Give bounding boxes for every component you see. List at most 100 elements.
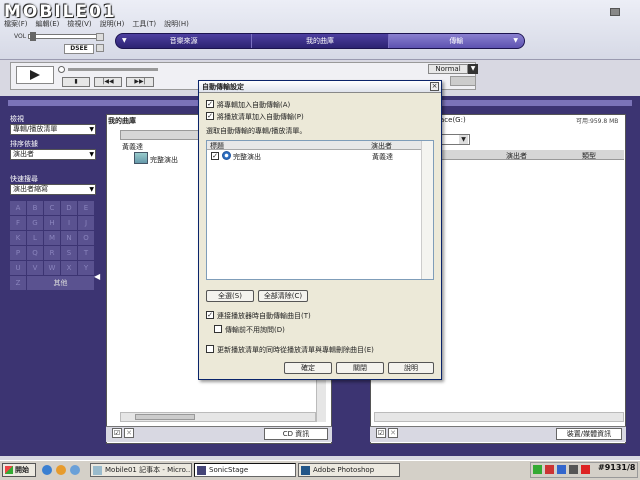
sort-label: 排序依據 xyxy=(10,140,38,148)
alpha-key[interactable]: V xyxy=(27,261,43,275)
volume-slider[interactable] xyxy=(28,34,100,39)
minimize-icon[interactable] xyxy=(96,33,104,41)
tray-network-icon[interactable] xyxy=(533,465,542,474)
alpha-key[interactable]: C xyxy=(44,201,60,215)
task-photoshop[interactable]: Adobe Photoshop xyxy=(298,463,400,477)
task-notepad[interactable]: Mobile01 記事本 - Micro... xyxy=(90,463,192,477)
add-playlist-checkbox[interactable]: ✓ xyxy=(206,112,214,120)
list-col-title[interactable]: 標題 xyxy=(210,141,224,151)
tray-bluetooth-icon[interactable] xyxy=(557,465,566,474)
alpha-key[interactable]: Q xyxy=(27,246,43,260)
library-scrollbar-horizontal[interactable] xyxy=(120,412,316,422)
menu-item-tools[interactable]: 工具(T) xyxy=(132,19,156,29)
alpha-key[interactable]: H xyxy=(44,216,60,230)
alpha-key[interactable]: G xyxy=(27,216,43,230)
add-album-checkbox[interactable]: ✓ xyxy=(206,100,214,108)
tray-antivirus-icon[interactable] xyxy=(545,465,554,474)
play-button[interactable] xyxy=(16,66,54,84)
close-button[interactable]: 關閉 xyxy=(336,362,384,374)
check-all-icon[interactable]: ☑ xyxy=(376,428,386,438)
stop-button[interactable]: ▮ xyxy=(62,77,90,87)
tab-my-library[interactable]: 我的曲庫 xyxy=(251,34,387,48)
alpha-key-other[interactable]: 其他 xyxy=(27,276,94,290)
auto-transfer-on-connect-checkbox[interactable]: ✓ xyxy=(206,311,214,319)
menu-item-edit[interactable]: 編輯(E) xyxy=(36,19,60,29)
previous-button[interactable]: |◀◀ xyxy=(94,77,122,87)
add-album-label: 將專輯加入自動傳輸(A) xyxy=(217,101,291,109)
alpha-key[interactable]: J xyxy=(78,216,94,230)
sonicstage-icon xyxy=(197,466,206,475)
alpha-key[interactable]: K xyxy=(10,231,26,245)
chevron-down-icon[interactable]: ▼ xyxy=(468,64,478,74)
ok-button[interactable]: 確定 xyxy=(284,362,332,374)
menu-item-file[interactable]: 檔案(F) xyxy=(4,19,28,29)
alpha-key[interactable]: B xyxy=(27,201,43,215)
view-select[interactable]: 專輯/播放清單 ▼ xyxy=(10,124,96,135)
transfer-list-scrollbar[interactable] xyxy=(421,141,433,279)
window-close-icon[interactable] xyxy=(610,8,620,16)
alpha-key[interactable]: M xyxy=(44,231,60,245)
alpha-key[interactable]: S xyxy=(61,246,77,260)
desktop-icon[interactable] xyxy=(70,465,80,475)
restore-icon[interactable] xyxy=(96,44,104,52)
task-sonicstage[interactable]: SonicStage xyxy=(194,463,296,477)
close-icon[interactable]: × xyxy=(430,82,439,91)
play-mode-select[interactable]: Normal xyxy=(428,64,468,74)
clear-all-button[interactable]: 全部清除(C) xyxy=(258,290,308,302)
alpha-key[interactable]: R xyxy=(44,246,60,260)
alpha-key[interactable]: O xyxy=(78,231,94,245)
alpha-key[interactable]: F xyxy=(10,216,26,230)
alpha-key[interactable]: Z xyxy=(10,276,26,290)
check-all-icon[interactable]: ☑ xyxy=(112,428,122,438)
alpha-key[interactable]: Y xyxy=(78,261,94,275)
alpha-key[interactable]: W xyxy=(44,261,60,275)
mode-button[interactable] xyxy=(450,76,476,86)
dsee-button[interactable]: DSEE xyxy=(64,44,94,54)
tab-music-source[interactable]: ▼ 音樂來源 xyxy=(116,34,251,48)
device-col-genre[interactable]: 類型 xyxy=(582,151,596,161)
quick-search-select[interactable]: 演出者縮寫 ▼ xyxy=(10,184,96,195)
library-artist-row[interactable]: 黃義達 xyxy=(122,142,143,152)
device-col-artist[interactable]: 演出者 xyxy=(506,151,527,161)
alpha-key[interactable]: P xyxy=(10,246,26,260)
help-button[interactable]: 說明 xyxy=(388,362,434,374)
alpha-key[interactable]: D xyxy=(61,201,77,215)
library-album-row[interactable]: 完整演出 xyxy=(150,155,178,165)
alpha-key[interactable]: E xyxy=(78,201,94,215)
uncheck-all-icon[interactable]: ✕ xyxy=(124,428,134,438)
update-delete-checkbox[interactable] xyxy=(206,345,214,353)
volume-knob[interactable] xyxy=(30,32,36,41)
ie-icon[interactable] xyxy=(42,465,52,475)
auto-transfer-on-connect-label: 連接播放器時自動傳輸曲目(T) xyxy=(217,312,311,320)
menu-item-view[interactable]: 檢視(V) xyxy=(67,19,91,29)
collapse-arrow-icon[interactable]: ◀ xyxy=(94,272,100,281)
menu-item-help-1[interactable]: 說明(H) xyxy=(100,19,125,29)
device-media-info-button[interactable]: 裝置/媒體資訊 xyxy=(556,428,622,440)
select-all-button[interactable]: 全選(S) xyxy=(206,290,254,302)
tab-transfer[interactable]: 傳輸 ▼ xyxy=(387,34,524,48)
alpha-key[interactable]: T xyxy=(78,246,94,260)
library-title: 我的曲庫 xyxy=(108,117,136,125)
tray-volume-icon[interactable] xyxy=(569,465,578,474)
device-select[interactable]: ▼ xyxy=(440,134,470,145)
alpha-key[interactable]: A xyxy=(10,201,26,215)
list-row-title[interactable]: 完整演出 xyxy=(233,152,261,162)
media-icon[interactable] xyxy=(56,465,66,475)
next-button[interactable]: ▶▶| xyxy=(126,77,154,87)
alpha-key[interactable]: U xyxy=(10,261,26,275)
uncheck-all-icon[interactable]: ✕ xyxy=(388,428,398,438)
device-scrollbar-horizontal[interactable] xyxy=(374,412,624,422)
alpha-key[interactable]: X xyxy=(61,261,77,275)
cd-info-button[interactable]: CD 資訊 xyxy=(264,428,328,440)
menu-item-help[interactable]: 說明(H) xyxy=(164,19,189,29)
no-confirm-checkbox[interactable] xyxy=(214,325,222,333)
sort-select[interactable]: 演出者 ▼ xyxy=(10,149,96,160)
list-col-artist[interactable]: 演出者 xyxy=(371,141,392,151)
list-row-checkbox[interactable]: ✓ xyxy=(211,152,219,160)
seek-bar[interactable] xyxy=(68,68,158,71)
alpha-key[interactable]: N xyxy=(61,231,77,245)
alpha-key[interactable]: I xyxy=(61,216,77,230)
tray-media-icon[interactable] xyxy=(581,465,590,474)
scroll-thumb[interactable] xyxy=(135,414,195,420)
alpha-key[interactable]: L xyxy=(27,231,43,245)
